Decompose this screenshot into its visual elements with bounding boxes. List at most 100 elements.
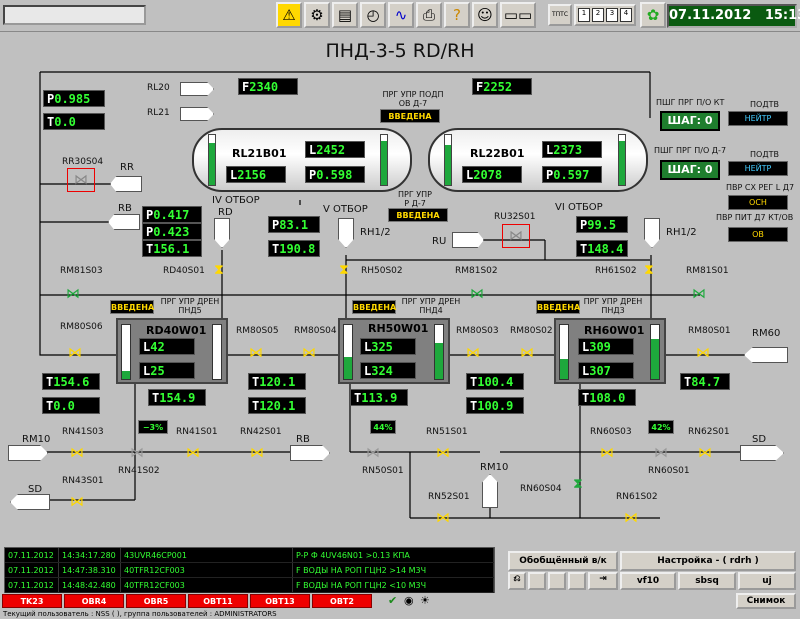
sd1-label: SD (28, 484, 43, 495)
v-p: P83.1 (268, 216, 320, 233)
rd40w01-bar (212, 324, 222, 380)
uj-button[interactable]: uj (738, 572, 796, 590)
neitr1-status: НЕЙТР (728, 111, 788, 126)
rn60s03-label: RN60S03 (590, 427, 632, 437)
alarm-list[interactable]: 07.11.2012 14:34:17.280 43UVR46CP001 P-P Ф … (4, 547, 495, 593)
rm81s01-valve[interactable]: ⋈ (692, 286, 706, 302)
ru32s01-valve[interactable]: ⋈ (502, 224, 530, 248)
rm80s02-valve[interactable]: ⋈ (520, 345, 534, 361)
obr5-button[interactable]: OBR5 (126, 594, 186, 608)
rb-p2: P0.423 (142, 223, 202, 240)
rr-arrow (110, 176, 142, 192)
rn41s02-label: RN41S02 (118, 466, 160, 476)
rn43s01-label: RN43S01 (62, 476, 104, 486)
obr4-button[interactable]: OBR4 (64, 594, 124, 608)
rh50s02-valve[interactable]: ⧗ (339, 262, 349, 278)
obt13-button[interactable]: OBT13 (250, 594, 310, 608)
rh50s02-label: RH50S02 (361, 266, 403, 276)
rn60s01-label: RN60S01 (648, 466, 690, 476)
rm80s05-valve[interactable]: ⋈ (249, 345, 263, 361)
rn51s01-valve[interactable]: ⋈ (436, 445, 450, 461)
rb-arrow (108, 214, 140, 230)
rn62s01-valve[interactable]: ⋈ (698, 445, 712, 461)
check-icon[interactable]: ✔ (388, 594, 397, 607)
nav-button-3[interactable] (548, 572, 566, 590)
rn52s01-valve[interactable]: ⋈ (436, 510, 450, 526)
obt11-button[interactable]: OBT11 (188, 594, 248, 608)
rl21-label: RL21 (147, 108, 170, 118)
pshg-d7-label: ПШГ ПРГ П/О Д-7 (654, 146, 727, 155)
rd40s01-valve[interactable]: ⧗ (214, 262, 224, 278)
rd40-l1: L42 (139, 338, 195, 355)
rn62s01-label: RN62S01 (688, 427, 730, 437)
rh61s02-valve[interactable]: ⧗ (644, 262, 654, 278)
alarm-row[interactable]: 07.11.2012 14:47:38.310 40TFR12CF003 F ВОДЫ… (5, 563, 494, 578)
rm80s03-valve[interactable]: ⋈ (466, 345, 480, 361)
rr30s04-valve[interactable]: ⋈ (67, 168, 95, 192)
ru-label: RU (432, 236, 447, 247)
alarm-row[interactable]: 07.11.2012 14:34:17.280 43UVR46CP001 P-P Ф … (5, 548, 494, 563)
speaker-icon[interactable]: ◉ (404, 594, 414, 607)
rn41s03-valve[interactable]: ⋈ (70, 445, 84, 461)
t-1201a: T120.1 (248, 373, 306, 390)
shag-d7-button[interactable]: ШАГ: 0 (660, 160, 720, 180)
ru32s01-label: RU32S01 (494, 212, 536, 222)
rm80s04-valve[interactable]: ⋈ (302, 345, 316, 361)
rm80s01-valve[interactable]: ⋈ (696, 345, 710, 361)
rl21b01-name: RL21B01 (232, 147, 287, 160)
rh50w01-bar (434, 324, 444, 380)
rn41s01-valve[interactable]: ⋈ (186, 445, 200, 461)
prg5-label: ПРГ УПР ДРЕН ПНД5 (160, 297, 220, 315)
ru-arrow (452, 232, 484, 248)
rm81s03-valve[interactable]: ⋈ (66, 286, 80, 302)
rd40-l2: L25 (139, 362, 195, 379)
t-1080: T108.0 (578, 389, 636, 406)
rn42s01-label: RN42S01 (240, 427, 282, 437)
t-1549: T154.9 (148, 389, 206, 406)
nav-forward-button[interactable]: ⇥ (588, 572, 618, 590)
rm80s03-label: RM80S03 (456, 326, 499, 336)
rm80s04-label: RM80S04 (294, 326, 337, 336)
setting-button[interactable]: Настройка - ( rdrh ) (620, 551, 796, 571)
rl21b01-level-right (380, 134, 388, 186)
nav-button-4[interactable] (568, 572, 586, 590)
rb2-arrow (290, 445, 330, 461)
rh50w01-name: RH50W01 (368, 322, 429, 335)
rn41s02-valve[interactable]: ⋈ (130, 445, 144, 461)
alarm-row[interactable]: 07.11.2012 14:48:42.480 40TFR12CF003 F ВОДЫ… (5, 578, 494, 593)
shag-kt-button[interactable]: ШАГ: 0 (660, 111, 720, 131)
pshg-kt-label: ПШГ ПРГ П/О КТ (656, 98, 725, 107)
rn60s03-valve[interactable]: ⋈ (600, 445, 614, 461)
rn43s01-valve[interactable]: ⋈ (70, 494, 84, 510)
rm60-label: RM60 (752, 328, 781, 339)
rb-label: RB (118, 203, 132, 214)
snapshot-button[interactable]: Снимок (736, 593, 796, 609)
rn50s01-valve[interactable]: ⋈ (366, 445, 380, 461)
obt2-button[interactable]: OBT2 (312, 594, 372, 608)
lamp-icon[interactable]: ☀ (420, 594, 430, 607)
pnd5-status: ВВЕДЕНА (110, 300, 154, 314)
vi-p: P99.5 (576, 216, 628, 233)
rl20-label: RL20 (147, 83, 170, 93)
rl22-l2: L2078 (462, 166, 522, 183)
rh60-l1: L309 (578, 338, 634, 355)
rn60s01-valve[interactable]: ⋈ (654, 445, 668, 461)
rn42s01-valve[interactable]: ⋈ (250, 445, 264, 461)
pnd3-status: ВВЕДЕНА (536, 300, 580, 314)
rm80s05-label: RM80S05 (236, 326, 279, 336)
rl22b01-level-left (444, 134, 452, 186)
f-left: F2340 (238, 78, 298, 95)
generic-button[interactable]: Обобщённый в/к (508, 551, 618, 571)
sbsq-button[interactable]: sbsq (678, 572, 736, 590)
tk23-button[interactable]: TK23 (2, 594, 62, 608)
vf10-button[interactable]: vf10 (620, 572, 676, 590)
rn60s04-valve[interactable]: ⧗ (573, 476, 583, 492)
rm81s02-valve[interactable]: ⋈ (470, 286, 484, 302)
nav-button-2[interactable] (528, 572, 546, 590)
rm80s06-valve[interactable]: ⋈ (68, 345, 82, 361)
nav-back-button[interactable]: ⎌ (508, 572, 526, 590)
rm10a-label: RM10 (22, 434, 51, 445)
rl22b01-name: RL22B01 (470, 147, 525, 160)
rn61s02-valve[interactable]: ⋈ (624, 510, 638, 526)
rr-label: RR (120, 162, 134, 173)
